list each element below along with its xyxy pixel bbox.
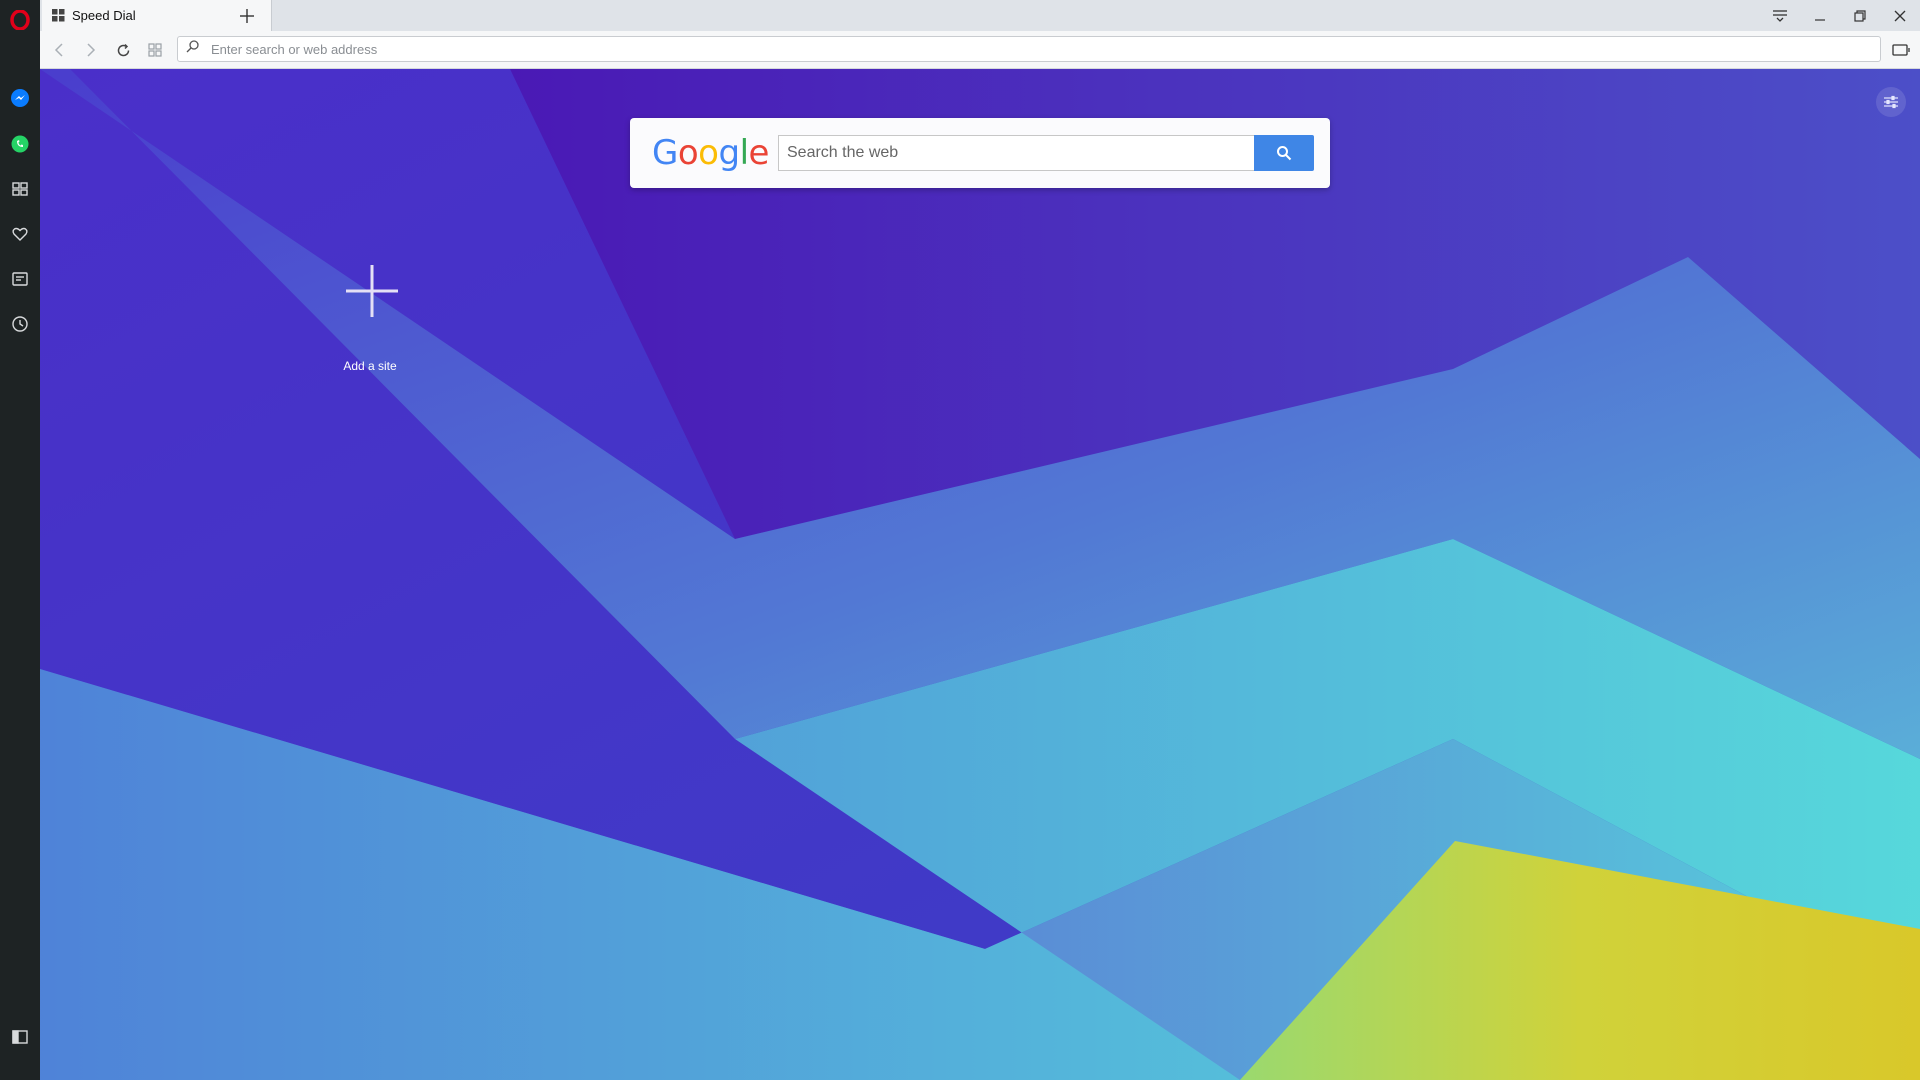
reload-icon[interactable] [110, 37, 136, 63]
google-letter: o [698, 133, 719, 173]
minimize-icon[interactable] [1800, 0, 1840, 31]
address-input[interactable] [209, 40, 1880, 58]
speed-dial-page: Google Add a site [40, 69, 1920, 1080]
search-icon [1277, 146, 1292, 161]
grid-icon[interactable] [8, 177, 32, 201]
google-logo: Google [652, 136, 769, 170]
add-site-tile[interactable]: Add a site [290, 265, 450, 375]
add-site-label: Add a site [343, 359, 397, 373]
tab-label: Speed Dial [72, 8, 136, 23]
restore-icon[interactable] [1840, 0, 1880, 31]
speed-dial-icon [50, 8, 66, 24]
easy-setup-icon[interactable] [1876, 87, 1906, 117]
opera-logo-icon[interactable] [8, 8, 32, 32]
background-wallpaper [40, 69, 1920, 1080]
heart-icon[interactable] [8, 222, 32, 246]
search-icon [186, 40, 199, 58]
whatsapp-icon[interactable] [8, 132, 32, 156]
google-letter: G [652, 133, 678, 173]
google-letter: o [677, 133, 699, 173]
close-icon[interactable] [1880, 0, 1920, 31]
clock-icon[interactable] [8, 312, 32, 336]
search-button[interactable] [1254, 135, 1314, 171]
news-icon[interactable] [8, 267, 32, 291]
google-letter: l [739, 133, 749, 173]
opera-sidebar [0, 0, 40, 1080]
tab-menu-icon[interactable] [1760, 0, 1800, 31]
navigation-toolbar [40, 31, 1920, 69]
tab-strip: Speed Dial [40, 0, 1920, 31]
snapshot-icon[interactable] [1888, 37, 1914, 63]
search-input[interactable] [778, 135, 1254, 171]
google-letter: e [748, 133, 770, 173]
new-tab-button[interactable] [234, 3, 260, 29]
sidebar-toggle-icon[interactable] [8, 1025, 32, 1049]
address-bar[interactable] [177, 36, 1881, 62]
back-icon[interactable] [46, 37, 72, 63]
forward-icon[interactable] [78, 37, 104, 63]
speed-dial-icon[interactable] [142, 37, 168, 63]
plus-icon [346, 265, 398, 317]
messenger-icon[interactable] [8, 86, 32, 110]
google-letter: g [718, 133, 740, 173]
google-search-box: Google [630, 118, 1330, 188]
